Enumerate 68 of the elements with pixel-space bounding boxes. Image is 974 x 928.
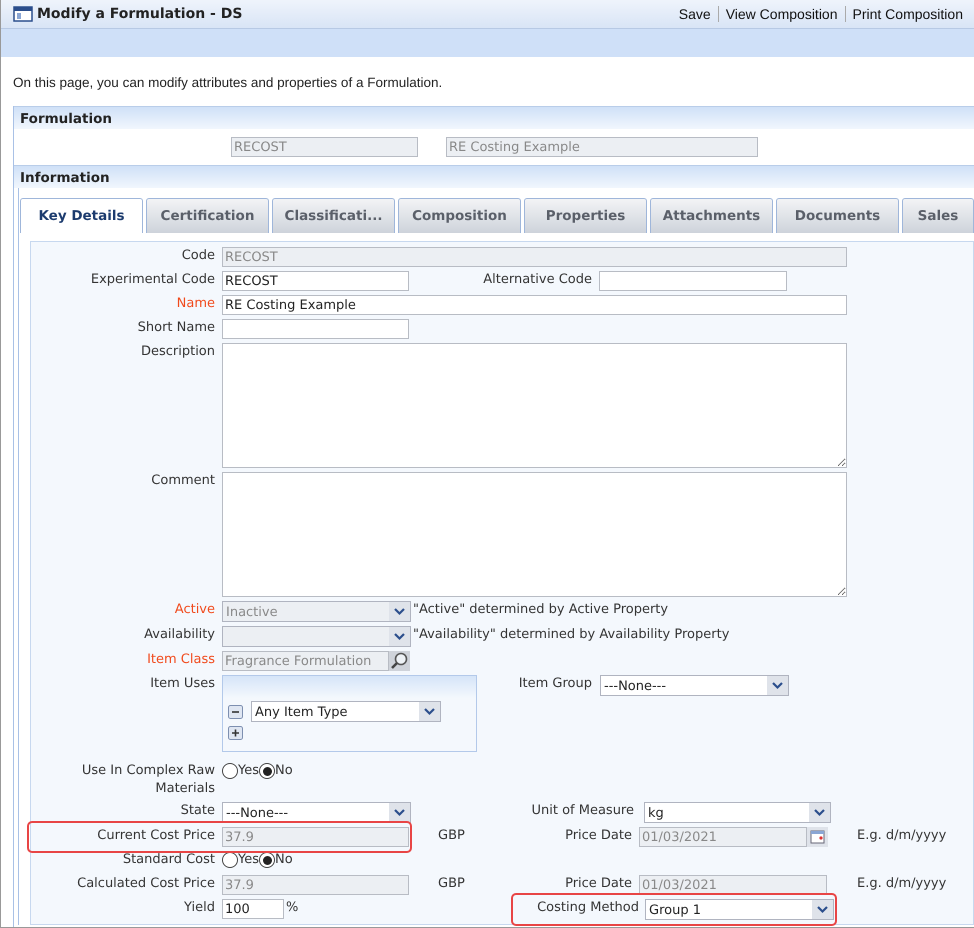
unit-label: % — [286, 899, 300, 918]
radio-option[interactable]: No — [259, 851, 293, 870]
radio-option[interactable]: Yes — [222, 851, 259, 870]
field-label: Code — [180, 247, 215, 266]
radio-option[interactable]: No — [259, 762, 293, 780]
field-label: Availability — [143, 626, 215, 644]
field-label: Unit of Measure — [530, 802, 634, 820]
section-title: Formulation — [14, 106, 974, 130]
field-label: Price Date — [564, 875, 632, 894]
field-label: Yield — [183, 899, 215, 918]
window-title: Modify a Formulation - DS — [37, 4, 242, 24]
dropdown[interactable]: kg — [644, 802, 831, 824]
field-label: Active — [174, 601, 215, 620]
field-label: Item Uses — [149, 675, 215, 694]
caret-icon[interactable] — [767, 676, 788, 696]
field-label: Short Name — [136, 319, 215, 338]
note-text: "Availability" determined by Availability Property — [413, 626, 730, 644]
format-hint: E.g. d/m/yyyy — [857, 875, 946, 894]
field-label: Item Group — [518, 675, 592, 694]
search-icon[interactable] — [389, 651, 410, 672]
field-label: Name — [176, 295, 215, 314]
caret-icon[interactable] — [812, 900, 833, 920]
radio-option[interactable]: Yes — [222, 762, 259, 780]
field-label: Use In Complex Raw Materials — [80, 762, 215, 798]
caret-icon[interactable] — [389, 803, 410, 822]
field-label: Price Date — [564, 827, 632, 846]
tab[interactable]: Classificati... — [272, 198, 395, 234]
tab[interactable]: Documents — [776, 198, 899, 234]
format-hint: E.g. d/m/yyyy — [857, 827, 946, 846]
field-label: Calculated Cost Price — [76, 875, 215, 894]
field-label: Comment — [150, 472, 215, 490]
section-title: Information — [14, 165, 974, 188]
input-field[interactable]: RE Costing Example — [222, 295, 847, 316]
toolbar-link[interactable]: Save — [672, 6, 718, 22]
calendar-icon[interactable] — [807, 827, 828, 848]
input-field[interactable]: 100 — [222, 899, 284, 920]
input-field[interactable] — [599, 271, 787, 292]
unit-label: GBP — [438, 875, 466, 894]
field-label: Item Class — [146, 651, 215, 670]
tab[interactable]: Properties — [524, 198, 647, 234]
unit-label: GBP — [438, 827, 466, 846]
caret-icon[interactable] — [419, 702, 440, 722]
tab[interactable]: Composition — [398, 198, 521, 234]
dropdown[interactable]: Group 1 — [645, 899, 834, 920]
field-label: Experimental Code — [90, 271, 215, 290]
dropdown[interactable]: ---None--- — [222, 802, 411, 824]
field-label: Standard Cost — [122, 851, 215, 870]
tab[interactable]: Attachments — [650, 198, 773, 234]
tab[interactable]: Sales — [902, 198, 974, 234]
window-icon — [13, 6, 33, 22]
minus-icon[interactable] — [228, 704, 243, 719]
dropdown[interactable]: ---None--- — [600, 675, 789, 696]
field-label: State — [180, 802, 215, 820]
note-text: "Active" determined by Active Property — [413, 601, 668, 620]
field-label: Description — [140, 343, 215, 362]
dropdown[interactable]: Any Item Type — [251, 701, 441, 722]
field-label: Current Cost Price — [96, 827, 215, 846]
input-field[interactable] — [222, 319, 409, 340]
caret-icon[interactable] — [809, 803, 830, 822]
intro-text: On this page, you can modify attributes and properties of a Formulation. — [12, 74, 444, 92]
tab[interactable]: Certification — [146, 198, 269, 234]
tab[interactable]: Key Details — [20, 198, 143, 234]
toolbar-link[interactable]: Print Composition — [844, 6, 970, 22]
plus-icon[interactable] — [228, 726, 243, 740]
field-label: Costing Method — [536, 899, 639, 918]
input-field[interactable]: RECOST — [222, 271, 409, 292]
field-label: Alternative Code — [482, 271, 592, 290]
toolbar-link[interactable]: View Composition — [718, 6, 844, 22]
